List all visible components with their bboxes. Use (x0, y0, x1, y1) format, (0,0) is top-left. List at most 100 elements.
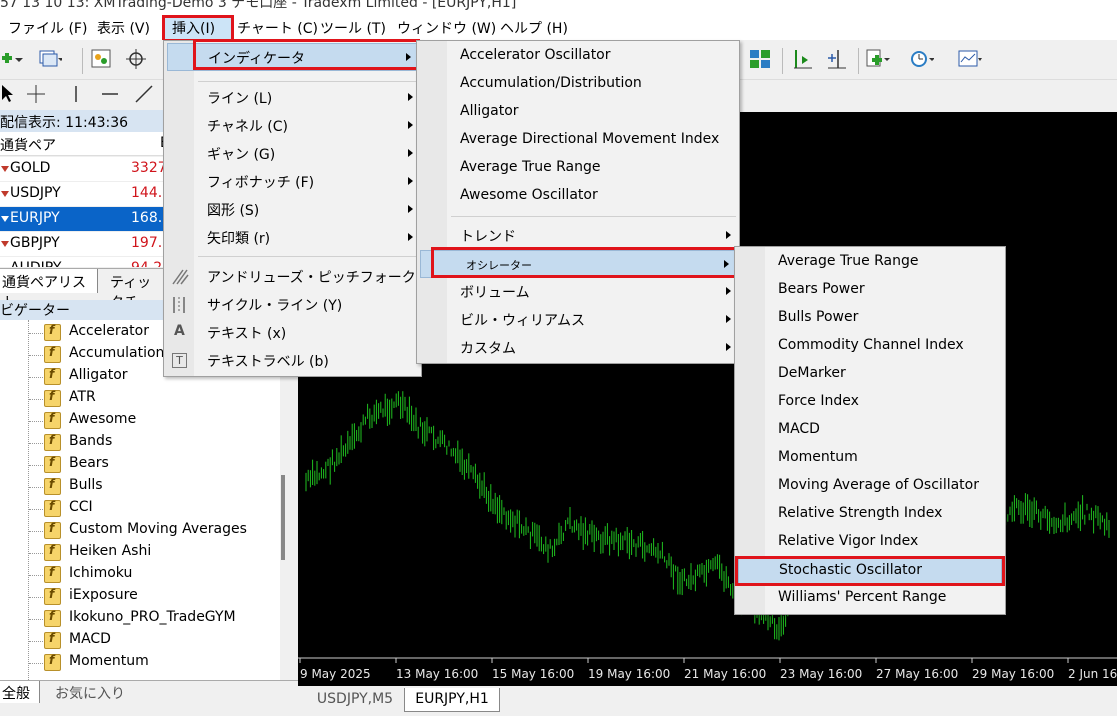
chart-shift-icon[interactable] (790, 48, 814, 70)
tree-connector (29, 487, 43, 488)
oscillator-item[interactable]: DeMarker (735, 361, 1005, 389)
insert-menu-pitchfork[interactable]: アンドリューズ・ピッチフォーク (A) (164, 263, 441, 291)
indicator-admi[interactable]: Average Directional Movement Index (417, 127, 739, 155)
menu-help[interactable]: ヘルプ (H) (500, 18, 568, 38)
indicator-awesome[interactable]: Awesome Oscillator (417, 183, 739, 211)
down-arrow-icon (1, 166, 9, 172)
insert-menu-gann[interactable]: ギャン (G) (164, 140, 421, 168)
indicator-label: Bears (69, 455, 109, 471)
insert-menu-channels[interactable]: チャネル (C) (164, 112, 421, 140)
insert-menu-text[interactable]: A テキスト (x) (164, 319, 421, 347)
chart-tab-eurjpy[interactable]: EURJPY,H1 (404, 688, 500, 712)
column-symbol[interactable]: 通貨ペア (0, 135, 56, 155)
tree-connector (29, 597, 43, 598)
market-watch-row[interactable]: GBPJPY 197.1 (0, 232, 171, 257)
down-arrow-icon (1, 191, 9, 197)
menu-chart[interactable]: チャート (C) (237, 18, 318, 38)
oscillator-item[interactable]: Commodity Channel Index (735, 333, 1005, 361)
oscillator-item[interactable]: Force Index (735, 389, 1005, 417)
indicator-icon (44, 653, 61, 671)
oscillator-item[interactable]: Bulls Power (735, 305, 1005, 333)
x-tick-label: 21 May 16:00 (684, 667, 766, 681)
market-watch-row[interactable]: GOLD 3327 (0, 157, 167, 182)
group-custom[interactable]: カスタム (417, 334, 739, 362)
menu-label: Relative Strength Index (778, 505, 943, 521)
menu-file[interactable]: ファイル (F) (8, 18, 87, 38)
menu-tools[interactable]: ツール (T) (320, 18, 386, 38)
toolbar-separator (858, 48, 859, 74)
x-tick-label: 23 May 16:00 (780, 667, 862, 681)
oscillator-item[interactable]: Williams' Percent Range (735, 585, 1005, 613)
vertical-line-icon[interactable] (68, 84, 84, 104)
tree-connector (28, 320, 29, 680)
indicator-accelerator[interactable]: Accelerator Oscillator (417, 43, 739, 71)
oscillator-item[interactable]: Bears Power (735, 277, 1005, 305)
insert-menu-indicators[interactable]: インディケータ (167, 43, 420, 71)
tab-favorites[interactable]: お気に入り (55, 683, 125, 703)
group-volumes[interactable]: ボリューム (417, 278, 739, 306)
tree-connector (29, 465, 43, 466)
periods-clock-icon[interactable] (910, 48, 934, 70)
indicator-label: Awesome (69, 411, 137, 427)
oscillator-item[interactable]: Average True Range (735, 249, 1005, 277)
oscillator-item[interactable]: Relative Strength Index (735, 501, 1005, 529)
insert-menu-arrows[interactable]: 矢印類 (r) (164, 224, 421, 252)
oscillator-item[interactable]: Stochastic Oscillator (738, 557, 1002, 585)
tile-windows-icon[interactable] (748, 48, 772, 70)
oscillator-item[interactable]: MACD (735, 417, 1005, 445)
new-chart-icon[interactable] (0, 48, 24, 70)
x-tick-label: 27 May 16:00 (876, 667, 958, 681)
group-oscillators[interactable]: オシレーター (420, 250, 738, 278)
menu-label: Alligator (460, 103, 519, 119)
indicator-atr[interactable]: Average True Range (417, 155, 739, 183)
down-arrow-icon (1, 241, 9, 247)
auto-scroll-icon[interactable] (824, 48, 848, 70)
insert-menu-shapes[interactable]: 図形 (S) (164, 196, 421, 224)
crosshair-icon[interactable] (124, 48, 148, 70)
submenu-arrow-icon (726, 343, 731, 351)
indicators-add-icon[interactable] (866, 48, 890, 70)
menu-insert[interactable]: 挿入(I) (162, 16, 234, 40)
market-watch-row[interactable]: USDJPY 144.9 (0, 182, 171, 207)
tree-connector (29, 443, 43, 444)
oscillator-item[interactable]: Momentum (735, 445, 1005, 473)
oscillator-item[interactable]: Moving Average of Oscillator (735, 473, 1005, 501)
menu-label: Awesome Oscillator (460, 187, 598, 203)
insert-menu-lines[interactable]: ライン (L) (164, 84, 421, 112)
insert-menu-fibonacci[interactable]: フィボナッチ (F) (164, 168, 421, 196)
templates-icon[interactable] (958, 48, 982, 70)
text-A-icon: A (174, 323, 185, 339)
market-watch-row-selected[interactable]: EURJPY 168.1 (0, 207, 171, 232)
crosshair-tool-icon[interactable] (26, 84, 46, 104)
navigator-tabs: 全般 お気に入り (0, 680, 298, 716)
oscillator-item[interactable]: Relative Vigor Index (735, 529, 1005, 557)
submenu-arrow-icon (724, 260, 729, 268)
menu-label: テキスト (x) (207, 326, 287, 342)
insert-menu-cycle-lines[interactable]: サイクル・ライン (Y) (164, 291, 421, 319)
menu-view[interactable]: 表示 (V) (97, 18, 150, 38)
indicator-accumulation[interactable]: Accumulation/Distribution (417, 71, 739, 99)
group-trend[interactable]: トレンド (417, 222, 739, 250)
tab-common[interactable]: 全般 (0, 681, 40, 703)
group-bill-williams[interactable]: ビル・ウィリアムス (417, 306, 739, 334)
scrollbar-thumb[interactable] (281, 475, 285, 560)
market-watch-icon[interactable] (90, 48, 114, 70)
menu-window[interactable]: ウィンドウ (W) (397, 18, 496, 38)
trendline-icon[interactable] (134, 84, 154, 104)
insert-menu-text-label[interactable]: T テキストラベル (b) (164, 347, 421, 375)
cursor-arrow-icon[interactable] (0, 84, 14, 104)
tab-symbols[interactable]: 通貨ペアリスト (0, 269, 98, 311)
menu-label: Moving Average of Oscillator (778, 477, 979, 493)
menu-label: Average True Range (460, 159, 601, 175)
horizontal-line-icon[interactable] (100, 84, 120, 104)
profiles-icon[interactable] (38, 48, 62, 70)
menu-separator (198, 81, 418, 82)
indicator-alligator[interactable]: Alligator (417, 99, 739, 127)
chart-tab-usdjpy[interactable]: USDJPY,M5 (302, 688, 408, 712)
indicator-icon (44, 543, 61, 561)
market-watch-row[interactable]: AUDJPY 94.2 (0, 257, 165, 268)
indicator-icon (44, 477, 61, 495)
indicator-icon (44, 609, 61, 627)
menu-label: ボリューム (460, 285, 530, 301)
market-watch-time: 配信表示: 11:43:36 (0, 115, 129, 131)
